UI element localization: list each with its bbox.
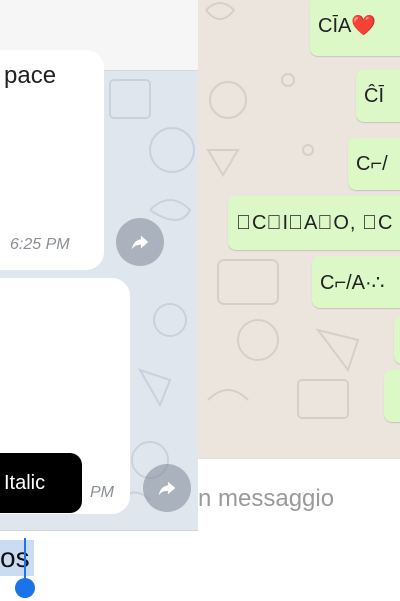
outgoing-message[interactable]: C⌐/A·∴	[312, 256, 400, 308]
message-text: C⌐/	[356, 152, 388, 175]
outgoing-message[interactable]: ĈĪ	[356, 70, 400, 122]
outgoing-message[interactable]	[394, 316, 400, 364]
outgoing-message[interactable]: C⌐/	[348, 138, 400, 190]
share-button[interactable]	[116, 218, 164, 266]
message-time: PM	[90, 484, 114, 501]
format-menu-italic[interactable]: Italic	[0, 453, 82, 513]
outgoing-message[interactable]: ⃞C⃞I⃞A⃞O, ⃞C	[228, 196, 400, 250]
bottom-strip	[198, 542, 400, 600]
text-caret	[24, 538, 26, 580]
share-arrow-icon	[131, 235, 149, 250]
selection-handle[interactable]	[15, 578, 35, 598]
outgoing-message[interactable]: CĪA❤️	[310, 0, 400, 56]
selected-text[interactable]: os	[0, 540, 34, 576]
input-placeholder: n messaggio	[198, 485, 335, 512]
message-text: ĈĪ	[364, 84, 384, 107]
message-text: C⌐/A·∴	[320, 271, 385, 294]
message-text: CĪA❤️	[318, 14, 377, 37]
telegram-chat-pane: pace 6:25 PM PM Italic	[0, 0, 198, 600]
share-button[interactable]	[143, 464, 191, 512]
message-input[interactable]: n messaggio	[198, 458, 400, 543]
message-text: pace	[4, 62, 57, 89]
italic-label: Italic	[4, 471, 46, 494]
share-arrow-icon	[158, 481, 176, 496]
message-text: ⃞C⃞I⃞A⃞O, ⃞C	[236, 211, 394, 234]
message-time: 6:25 PM	[10, 236, 70, 253]
message-bubble[interactable]: pace 6:25 PM	[0, 50, 104, 270]
outgoing-message[interactable]	[384, 370, 400, 422]
